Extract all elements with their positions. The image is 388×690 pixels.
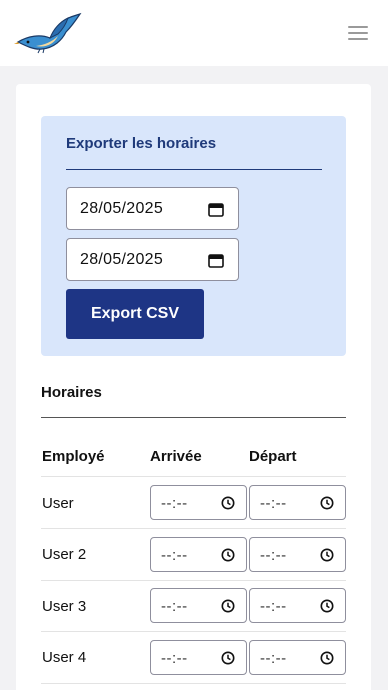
row-divider: [41, 476, 346, 477]
start-date-input[interactable]: 28/05/2025: [66, 187, 239, 230]
end-date-input[interactable]: 28/05/2025: [66, 238, 239, 281]
column-header-employee: Employé: [42, 448, 105, 465]
time-value: --:--: [260, 547, 287, 564]
calendar-icon[interactable]: [208, 253, 224, 268]
row-divider: [41, 528, 346, 529]
clock-icon[interactable]: [320, 599, 334, 613]
row-divider: [41, 683, 346, 684]
bluebird-logo-icon[interactable]: [14, 12, 84, 54]
clock-icon[interactable]: [320, 496, 334, 510]
time-value: --:--: [161, 495, 188, 512]
end-date-value: 28/05/2025: [80, 251, 164, 268]
top-bar: [0, 0, 388, 66]
employee-name: User 4: [42, 649, 87, 666]
time-value: --:--: [161, 598, 188, 615]
divider: [41, 417, 346, 418]
main-card: Exporter les horaires 28/05/2025 28/05/2…: [16, 84, 371, 690]
column-header-departure: Départ: [249, 448, 297, 465]
time-value: --:--: [161, 547, 188, 564]
clock-icon[interactable]: [221, 548, 235, 562]
export-panel: Exporter les horaires 28/05/2025 28/05/2…: [41, 116, 346, 356]
row-divider: [41, 580, 346, 581]
export-title: Exporter les horaires: [66, 135, 217, 152]
arrival-time-input[interactable]: --:--: [150, 640, 247, 675]
employee-name: User 2: [42, 546, 87, 563]
row-divider: [41, 631, 346, 632]
divider: [66, 169, 322, 170]
time-value: --:--: [161, 650, 188, 667]
departure-time-input[interactable]: --:--: [249, 588, 346, 623]
clock-icon[interactable]: [221, 496, 235, 510]
employee-name: User 3: [42, 598, 87, 615]
time-value: --:--: [260, 598, 287, 615]
clock-icon[interactable]: [320, 651, 334, 665]
start-date-value: 28/05/2025: [80, 200, 164, 217]
arrival-time-input[interactable]: --:--: [150, 537, 247, 572]
departure-time-input[interactable]: --:--: [249, 485, 346, 520]
column-header-arrival: Arrivée: [150, 448, 202, 465]
schedule-title: Horaires: [41, 384, 102, 401]
clock-icon[interactable]: [221, 651, 235, 665]
departure-time-input[interactable]: --:--: [249, 537, 346, 572]
calendar-icon[interactable]: [208, 202, 224, 217]
arrival-time-input[interactable]: --:--: [150, 588, 247, 623]
time-value: --:--: [260, 495, 287, 512]
clock-icon[interactable]: [320, 548, 334, 562]
time-value: --:--: [260, 650, 287, 667]
departure-time-input[interactable]: --:--: [249, 640, 346, 675]
export-csv-button[interactable]: Export CSV: [66, 289, 204, 339]
arrival-time-input[interactable]: --:--: [150, 485, 247, 520]
employee-name: User: [42, 495, 74, 512]
menu-button[interactable]: [346, 23, 370, 43]
clock-icon[interactable]: [221, 599, 235, 613]
